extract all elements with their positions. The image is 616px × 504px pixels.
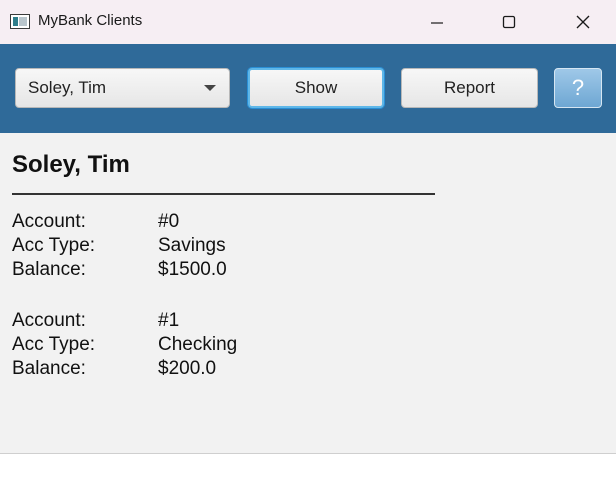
close-icon [576,15,590,29]
balance-label: Balance: [12,259,86,280]
client-name-heading: Soley, Tim [12,151,130,178]
close-button[interactable] [560,0,606,44]
account-number: #0 [158,211,180,232]
show-button[interactable]: Show [248,68,384,108]
help-icon: ? [571,75,585,100]
account-type-value: Savings [158,235,226,256]
window-title: MyBank Clients [38,12,143,29]
account-number: #1 [158,310,180,331]
account-type-label: Acc Type: [12,334,96,355]
maximize-icon [502,15,516,29]
account-type-label: Acc Type: [12,235,96,256]
balance-value: $200.0 [158,358,217,379]
maximize-button[interactable] [486,0,532,44]
balance-label: Balance: [12,358,86,379]
minimize-icon [431,22,443,24]
toolbar: Soley, Tim Show Report ? [0,44,616,133]
report-button[interactable]: Report [401,68,538,108]
title-bar: MyBank Clients [0,0,616,44]
account-block: Account: #0 Acc Type: Savings Balance: $… [12,210,412,282]
account-type-value: Checking [158,334,238,355]
divider [12,193,435,195]
balance-value: $1500.0 [158,259,227,280]
account-label: Account: [12,211,86,232]
window-bottom-border [0,453,616,454]
app-window-icon [10,14,30,29]
chevron-down-icon [204,85,216,91]
client-details-panel: Soley, Tim Account: #0 Acc Type: Savings… [0,133,616,453]
help-button[interactable]: ? [554,68,602,108]
account-block: Account: #1 Acc Type: Checking Balance: … [12,309,412,381]
account-label: Account: [12,310,86,331]
client-select-value: Soley, Tim [28,78,107,97]
client-select[interactable]: Soley, Tim [15,68,230,108]
minimize-button[interactable] [414,0,460,44]
